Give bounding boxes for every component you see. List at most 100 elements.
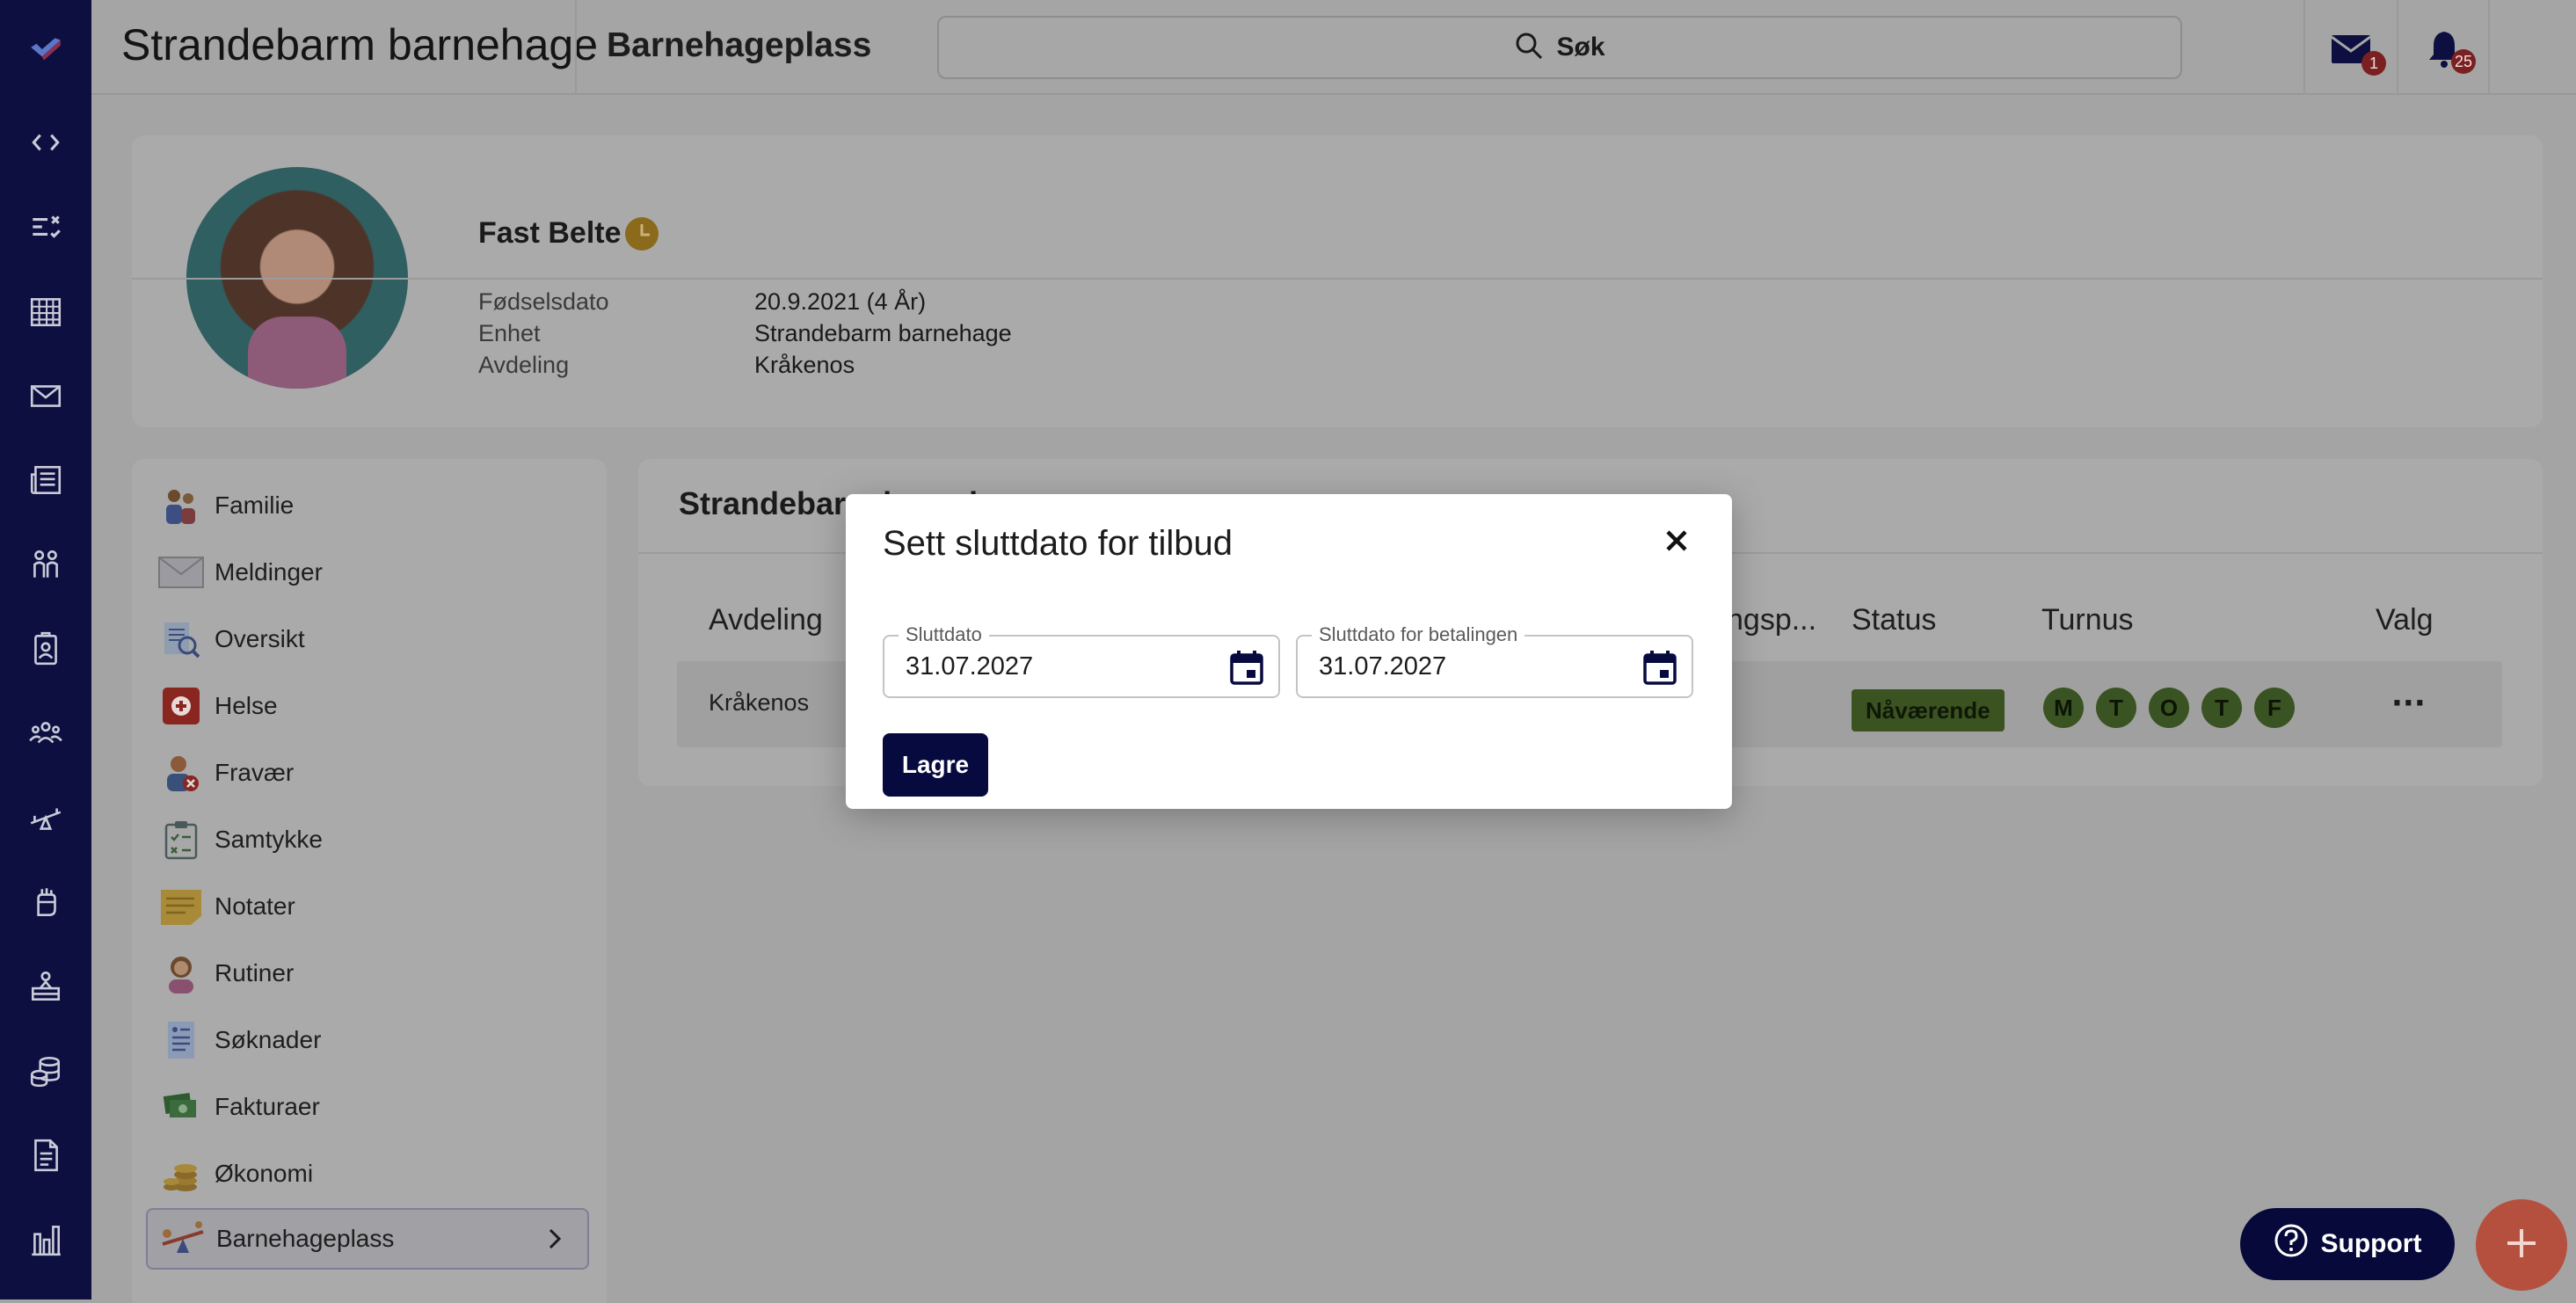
clock-icon — [624, 216, 659, 251]
menu-item-label: Fravær — [215, 759, 295, 786]
menu-item-label: Fakturaer — [215, 1093, 320, 1120]
menu-item-label: Søknader — [215, 1026, 322, 1053]
column-header-rotation: Turnus — [2041, 603, 2134, 637]
column-header-choice: Valg — [2376, 603, 2434, 637]
day-badge: M — [2043, 688, 2084, 728]
search-label: Søk — [1556, 33, 1605, 62]
search-input[interactable]: Søk — [937, 16, 2182, 79]
dialog-title: Sett sluttdato for tilbud — [883, 524, 1233, 563]
plus-icon — [2504, 1226, 2539, 1264]
support-button[interactable]: Support — [2240, 1208, 2455, 1280]
health-icon — [158, 683, 204, 729]
menu-item-label: Helse — [215, 692, 278, 719]
seesaw-icon — [160, 1216, 206, 1262]
add-button[interactable] — [2476, 1199, 2567, 1291]
hand-icon[interactable] — [0, 876, 91, 928]
overview-icon — [158, 616, 204, 662]
close-icon — [1664, 528, 1689, 557]
notes-icon — [158, 884, 204, 929]
payment-end-date-field[interactable]: Sluttdato for betalingen 31.07.2027 — [1296, 623, 1693, 698]
support-label: Support — [2320, 1229, 2422, 1258]
applications-icon — [158, 1017, 204, 1063]
menu-item-fravaer[interactable]: Fravær — [146, 742, 589, 804]
children-icon[interactable] — [0, 538, 91, 591]
menu-item-label: Oversikt — [215, 625, 305, 652]
save-button[interactable]: Lagre — [883, 733, 988, 797]
menu-item-familie[interactable]: Familie — [146, 475, 589, 536]
birthdate-label: Fødselsdato — [478, 288, 609, 315]
routines-icon — [158, 950, 204, 996]
menu-item-label: Familie — [215, 491, 295, 519]
menu-item-helse[interactable]: Helse — [146, 675, 589, 737]
menu-item-notater[interactable]: Notater — [146, 876, 589, 937]
close-button[interactable] — [1655, 520, 1699, 564]
department-label: Avdeling — [478, 352, 570, 378]
economy-icon — [158, 1151, 204, 1197]
news-icon[interactable] — [0, 454, 91, 506]
more-options-icon[interactable]: ··· — [2391, 686, 2426, 721]
end-date-value[interactable]: 31.07.2027 — [906, 652, 1033, 681]
menu-item-label: Meldinger — [215, 558, 323, 586]
end-date-dialog: Sett sluttdato for tilbud Sluttdato 31.0… — [846, 494, 1732, 809]
end-date-label: Sluttdato — [899, 623, 989, 646]
menu-item-samtykke[interactable]: Samtykke — [146, 809, 589, 870]
logo-icon[interactable] — [0, 23, 91, 76]
notifications-icon[interactable]: 25 — [2418, 23, 2477, 76]
child-side-menu: Familie Meldinger Oversikt Helse Fravær … — [132, 459, 607, 1303]
menu-item-label: Barnehageplass — [216, 1225, 395, 1252]
messages-badge: 1 — [2361, 51, 2386, 76]
document-icon[interactable] — [0, 1129, 91, 1182]
mail-icon[interactable] — [0, 369, 91, 422]
groups-icon[interactable] — [0, 707, 91, 760]
end-date-field[interactable]: Sluttdato 31.07.2027 — [883, 623, 1280, 698]
calendar-grid-icon[interactable] — [0, 285, 91, 338]
department-value: Kråkenos — [754, 352, 855, 378]
kindergarten-icon[interactable] — [0, 960, 91, 1013]
help-icon — [2274, 1223, 2309, 1265]
menu-item-meldinger[interactable]: Meldinger — [146, 542, 589, 603]
unit-label: Enhet — [478, 320, 541, 346]
envelope-icon — [158, 550, 204, 595]
menu-item-okonomi[interactable]: Økonomi — [146, 1143, 589, 1205]
child-profile-card: Fast Belte Fødselsdato 20.9.2021 (4 År) … — [132, 135, 2543, 427]
column-header-percent: ngsp... — [1727, 603, 1817, 637]
column-header-department: Avdeling — [709, 603, 823, 637]
badge-icon[interactable] — [0, 622, 91, 675]
app-title[interactable]: Strandebarm barnehage — [121, 19, 598, 70]
seesaw-icon[interactable] — [0, 791, 91, 844]
stats-icon[interactable] — [0, 1213, 91, 1266]
absence-icon — [158, 750, 204, 796]
menu-item-barnehageplass[interactable]: Barnehageplass — [146, 1208, 589, 1270]
menu-item-fakturaer[interactable]: Fakturaer — [146, 1076, 589, 1138]
expand-collapse-icon[interactable] — [0, 116, 91, 169]
calendar-icon[interactable] — [1642, 649, 1677, 686]
day-badge: T — [2201, 688, 2242, 728]
status-badge: Nåværende — [1852, 689, 2005, 732]
messages-icon[interactable]: 1 — [2325, 23, 2386, 76]
family-icon — [158, 483, 204, 528]
menu-item-oversikt[interactable]: Oversikt — [146, 608, 589, 670]
calendar-icon[interactable] — [1229, 649, 1264, 686]
divider — [2303, 0, 2305, 95]
left-navigation-rail — [0, 0, 91, 1299]
menu-item-rutiner[interactable]: Rutiner — [146, 943, 589, 1004]
invoices-icon — [158, 1084, 204, 1130]
top-bar: Strandebarm barnehage Barnehageplass Søk… — [91, 0, 2576, 95]
menu-item-label: Notater — [215, 892, 295, 920]
page-title: Barnehageplass — [607, 26, 872, 64]
payment-end-date-label: Sluttdato for betalingen — [1312, 623, 1525, 646]
day-badge: O — [2149, 688, 2189, 728]
divider — [2488, 0, 2490, 95]
search-icon — [1514, 31, 1544, 64]
unit-value: Strandebarm barnehage — [754, 320, 1012, 346]
day-badge: F — [2254, 688, 2295, 728]
menu-item-label: Samtykke — [215, 826, 323, 853]
tasks-icon[interactable] — [0, 200, 91, 253]
menu-item-soknader[interactable]: Søknader — [146, 1009, 589, 1071]
day-badge: T — [2096, 688, 2136, 728]
notifications-badge: 25 — [2451, 49, 2477, 74]
consent-icon — [158, 817, 204, 863]
row-department: Kråkenos — [709, 689, 810, 716]
coins-icon[interactable] — [0, 1045, 91, 1097]
payment-end-date-value[interactable]: 31.07.2027 — [1319, 652, 1446, 681]
